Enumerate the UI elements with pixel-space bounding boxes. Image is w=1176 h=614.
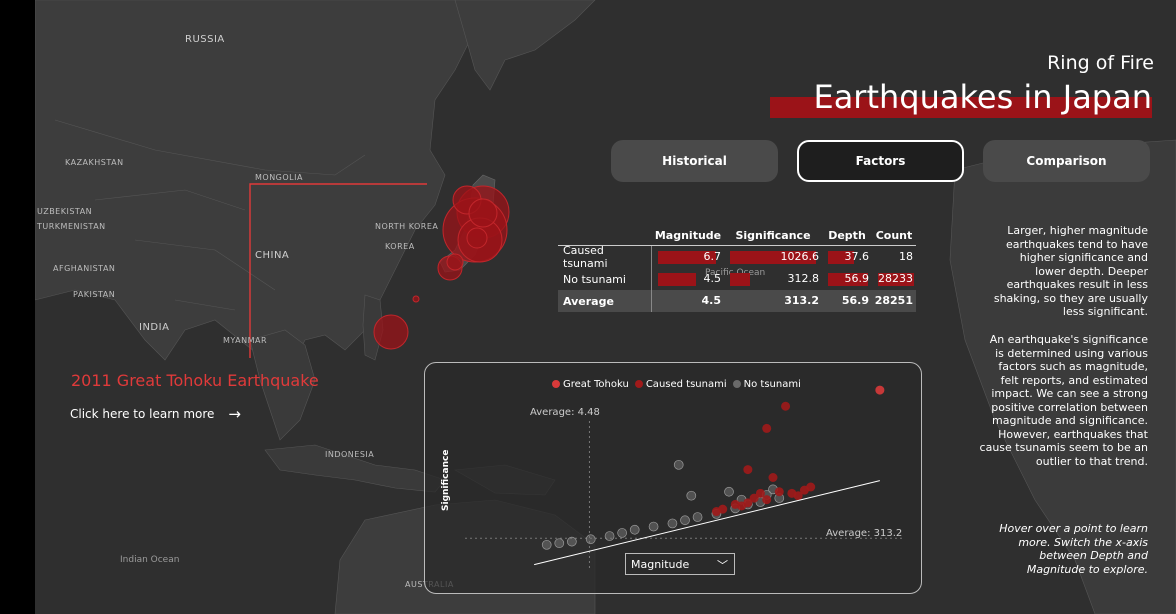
label-indonesia: INDONESIA	[325, 450, 375, 459]
data-point[interactable]	[724, 486, 734, 497]
data-point[interactable]	[806, 482, 816, 492]
cell-magnitude: 6.7	[703, 250, 722, 263]
label-pakistan: PAKISTAN	[73, 290, 116, 299]
label-afghanistan: AFGHANISTAN	[53, 264, 116, 273]
table-row-average[interactable]: Average 4.5 313.2 56.9 28251	[558, 290, 916, 312]
data-point[interactable]	[604, 531, 615, 541]
col-count-header: Count	[875, 228, 913, 242]
row-label: Average	[558, 290, 652, 312]
description-hint: Hover over a point to learn more. Switch…	[999, 522, 1148, 576]
cell-count: 18	[899, 250, 913, 263]
dashboard-subtitle: Ring of Fire	[1047, 52, 1154, 74]
tab-comparison[interactable]: Comparison	[983, 140, 1150, 182]
data-point[interactable]	[585, 534, 596, 545]
data-point[interactable]	[673, 459, 684, 470]
data-point[interactable]	[768, 473, 778, 482]
cell-depth: 56.9	[844, 272, 870, 285]
dashboard-title: Earthquakes in Japan	[813, 78, 1152, 116]
row-label: No tsunami	[558, 268, 652, 290]
cell-magnitude: 4.5	[701, 294, 722, 307]
data-point[interactable]	[686, 490, 697, 501]
label-india: INDIA	[139, 322, 170, 333]
data-point[interactable]	[667, 518, 678, 529]
data-point[interactable]	[762, 495, 772, 505]
cell-depth: 56.9	[841, 294, 869, 307]
row-label: Caused tsunami	[558, 244, 652, 270]
data-point[interactable]	[762, 423, 772, 433]
cell-significance: 1026.6	[780, 250, 820, 263]
label-china: CHINA	[255, 250, 290, 261]
description-depth: Larger, higher magnitude earthquakes ten…	[993, 224, 1148, 318]
data-point[interactable]	[567, 536, 577, 547]
left-margin	[0, 0, 35, 614]
data-point[interactable]	[711, 507, 721, 517]
tab-factors[interactable]: Factors	[797, 140, 964, 182]
label-indian-ocean: Indian Ocean	[120, 555, 180, 565]
label-north-korea: NORTH KOREA	[375, 222, 439, 231]
dashboard-root: RUSSIA KAZAKHSTAN MONGOLIA UZBEKISTAN TU…	[0, 0, 1176, 614]
data-point[interactable]	[730, 499, 740, 509]
data-point[interactable]	[787, 488, 797, 498]
data-point[interactable]	[629, 524, 640, 535]
label-korea: KOREA	[385, 242, 415, 251]
table-row[interactable]: No tsunami 4.5 312.8 56.9 28233	[558, 268, 916, 290]
x-axis-select-value: Magnitude	[631, 557, 690, 571]
scatter-chart-panel[interactable]: Great Tohoku Caused tsunami No tsunami S…	[424, 362, 922, 594]
data-point[interactable]	[554, 538, 565, 549]
label-myanmar: MYANMAR	[223, 336, 268, 345]
trend-line	[534, 480, 880, 566]
col-magnitude-header: Magnitude	[654, 228, 722, 242]
table-row[interactable]: Caused tsunami 6.7 1026.6 37.6 18	[558, 244, 916, 270]
data-point[interactable]	[875, 385, 885, 395]
tohoku-earthquake-title[interactable]: 2011 Great Tohoku Earthquake	[71, 371, 319, 390]
stats-table: Magnitude Significance Depth Count Cause…	[558, 225, 916, 312]
cell-significance: 312.8	[787, 272, 820, 285]
cell-significance: 313.2	[784, 294, 819, 307]
x-axis-select[interactable]: Magnitude ﹀	[625, 553, 735, 575]
data-point[interactable]	[781, 401, 791, 411]
label-turkmenistan: TURKMENISTAN	[37, 222, 106, 231]
cell-magnitude: 4.5	[703, 272, 722, 285]
label-mongolia: MONGOLIA	[255, 173, 303, 182]
learn-more-link[interactable]: Click here to learn more →	[70, 405, 241, 423]
cell-count: 28233	[878, 272, 913, 285]
tab-historical[interactable]: Historical	[611, 140, 778, 182]
data-point[interactable]	[648, 521, 659, 532]
data-point[interactable]	[774, 487, 784, 497]
data-point[interactable]	[743, 498, 753, 508]
cell-depth: 37.6	[844, 250, 870, 263]
arrow-right-icon: →	[228, 405, 241, 423]
data-point[interactable]	[743, 465, 753, 475]
data-point[interactable]	[680, 515, 690, 526]
label-kazakhstan: KAZAKHSTAN	[65, 158, 124, 167]
learn-more-label: Click here to learn more	[70, 407, 215, 421]
chevron-down-icon: ﹀	[717, 559, 728, 572]
cell-count: 28251	[874, 294, 913, 307]
col-significance-header: Significance	[735, 228, 811, 242]
col-depth-header: Depth	[828, 228, 866, 242]
table-header-row: Magnitude Significance Depth Count	[558, 225, 916, 245]
label-uzbekistan: UZBEKISTAN	[37, 207, 93, 216]
description-significance: An earthquake's significance is determin…	[979, 333, 1148, 468]
data-point[interactable]	[541, 539, 552, 550]
data-point[interactable]	[617, 528, 627, 538]
label-russia: RUSSIA	[185, 34, 225, 45]
data-point[interactable]	[692, 512, 703, 522]
